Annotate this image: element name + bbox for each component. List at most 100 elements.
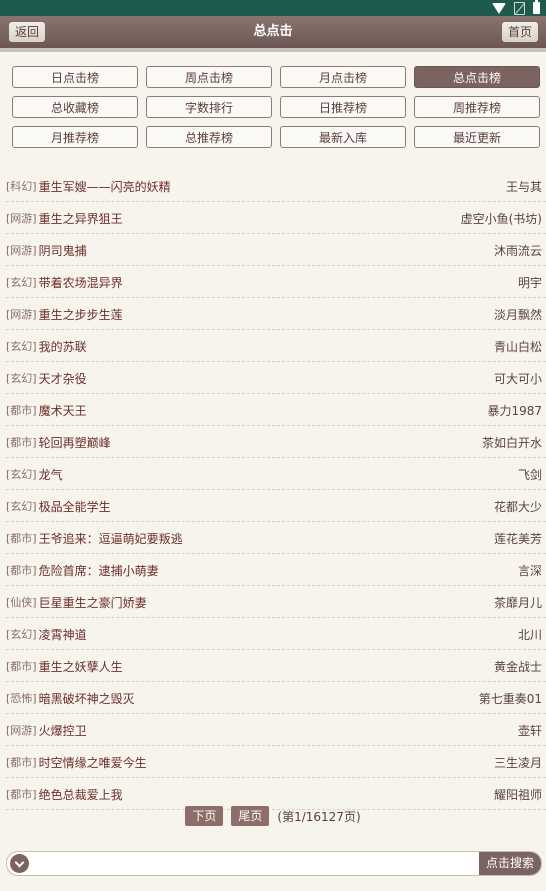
book-title-link[interactable]: 王爷追来：逗逼萌妃要叛逃 [39, 530, 183, 547]
book-row[interactable]: [恐怖] 暗黑破坏神之毁灭 第七重奏01 [6, 683, 546, 714]
book-title-link[interactable]: 巨星重生之豪门娇妻 [39, 594, 147, 611]
book-author: 明宇 [517, 275, 542, 290]
book-row[interactable]: [科幻] 重生军嫂——闪亮的妖精 王与其 [6, 171, 546, 202]
book-author: 茶靡月儿 [493, 595, 542, 610]
tab-7[interactable]: 周推荐榜 [414, 96, 540, 118]
book-row[interactable]: [玄幻] 天才杂役 可大可小 [6, 363, 546, 394]
book-row[interactable]: [玄幻] 我的苏联 青山白松 [6, 331, 546, 362]
book-row[interactable]: [网游] 火爆控卫 壶轩 [6, 715, 546, 746]
book-category: [网游] [6, 244, 37, 257]
book-info: [都市] 绝色总裁爱上我 [6, 786, 123, 803]
book-title-link[interactable]: 凌霄神道 [39, 626, 87, 643]
tab-3[interactable]: 总点击榜 [414, 66, 540, 88]
book-info: [科幻] 重生军嫂——闪亮的妖精 [6, 178, 171, 195]
book-row[interactable]: [玄幻] 极品全能学生 花都大少 [6, 491, 546, 522]
book-row[interactable]: [玄幻] 带着农场混异界 明宇 [6, 267, 546, 298]
book-category: [科幻] [6, 180, 37, 193]
book-title-link[interactable]: 我的苏联 [39, 338, 87, 355]
book-row[interactable]: [都市] 轮回再塑巅峰 茶如白开水 [6, 427, 546, 458]
book-info: [仙侠] 巨星重生之豪门娇妻 [6, 594, 147, 611]
book-title-link[interactable]: 重生之步步生莲 [39, 306, 123, 323]
book-title-link[interactable]: 龙气 [39, 466, 63, 483]
book-row[interactable]: [仙侠] 巨星重生之豪门娇妻 茶靡月儿 [6, 587, 546, 618]
tab-11[interactable]: 最近更新 [414, 126, 540, 148]
book-info: [玄幻] 凌霄神道 [6, 626, 87, 643]
home-button[interactable]: 首页 [501, 22, 538, 42]
book-row[interactable]: [网游] 重生之异界狙王 虚空小鱼(书坊) [6, 203, 546, 234]
book-title-link[interactable]: 时空情缘之唯爱今生 [39, 754, 147, 771]
book-row[interactable]: [都市] 时空情缘之唯爱今生 三生凌月 [6, 747, 546, 778]
book-author: 可大可小 [493, 371, 542, 386]
book-title-link[interactable]: 带着农场混异界 [39, 274, 123, 291]
book-title-link[interactable]: 危险首席：逮捕小萌妻 [39, 562, 159, 579]
pagination: 下页 尾页 (第1/16127页) [0, 806, 546, 826]
book-title-link[interactable]: 重生之异界狙王 [39, 210, 123, 227]
book-info: [恐怖] 暗黑破坏神之毁灭 [6, 690, 135, 707]
book-info: [网游] 重生之步步生莲 [6, 306, 123, 323]
search-input[interactable] [33, 852, 485, 875]
book-title-link[interactable]: 重生之妖孽人生 [39, 658, 123, 675]
next-page-button[interactable]: 下页 [185, 806, 224, 826]
book-list: [科幻] 重生军嫂——闪亮的妖精 王与其 [网游] 重生之异界狙王 虚空小鱼(书坊) [网游… [6, 171, 546, 811]
no-sim-icon [514, 1, 525, 15]
book-info: [都市] 时空情缘之唯爱今生 [6, 754, 147, 771]
book-title-link[interactable]: 天才杂役 [39, 370, 87, 387]
book-category: [玄幻] [6, 340, 37, 353]
status-bar [0, 0, 546, 16]
book-author: 王与其 [505, 179, 542, 194]
book-info: [网游] 火爆控卫 [6, 722, 87, 739]
book-info: [网游] 阴司鬼捕 [6, 242, 87, 259]
book-category: [都市] [6, 788, 37, 801]
book-title-link[interactable]: 阴司鬼捕 [39, 242, 87, 259]
back-button[interactable]: 返回 [9, 22, 46, 42]
tab-10[interactable]: 最新入库 [280, 126, 406, 148]
search-button[interactable]: 点击搜索 [479, 852, 541, 875]
tab-6[interactable]: 日推荐榜 [280, 96, 406, 118]
book-row[interactable]: [网游] 阴司鬼捕 沐雨流云 [6, 235, 546, 266]
book-info: [玄幻] 极品全能学生 [6, 498, 111, 515]
book-author: 三生凌月 [493, 755, 542, 770]
book-category: [都市] [6, 564, 37, 577]
book-category: [都市] [6, 436, 37, 449]
book-title-link[interactable]: 重生军嫂——闪亮的妖精 [39, 178, 171, 195]
search-type-toggle[interactable] [10, 854, 29, 873]
chevron-down-icon [14, 857, 25, 868]
page-title: 总点击 [253, 24, 293, 39]
book-row[interactable]: [玄幻] 凌霄神道 北川 [6, 619, 546, 650]
book-row[interactable]: [都市] 魔术天王 暴力1987 [6, 395, 546, 426]
book-author: 莲花美芳 [493, 531, 542, 546]
book-category: [恐怖] [6, 692, 37, 705]
book-row[interactable]: [玄幻] 龙气 飞剑 [6, 459, 546, 490]
book-row[interactable]: [网游] 重生之步步生莲 淡月飘然 [6, 299, 546, 330]
book-title-link[interactable]: 绝色总裁爱上我 [39, 786, 123, 803]
book-title-link[interactable]: 魔术天王 [39, 402, 87, 419]
book-info: [玄幻] 我的苏联 [6, 338, 87, 355]
book-category: [网游] [6, 212, 37, 225]
book-row[interactable]: [都市] 重生之妖孽人生 黄金战士 [6, 651, 546, 682]
book-author: 耀阳祖师 [493, 787, 542, 802]
tab-0[interactable]: 日点击榜 [12, 66, 138, 88]
book-row[interactable]: [都市] 危险首席：逮捕小萌妻 言深 [6, 555, 546, 586]
book-category: [都市] [6, 404, 37, 417]
tab-4[interactable]: 总收藏榜 [12, 96, 138, 118]
book-title-link[interactable]: 极品全能学生 [39, 498, 111, 515]
last-page-button[interactable]: 尾页 [231, 806, 270, 826]
tab-8[interactable]: 月推荐榜 [12, 126, 138, 148]
book-title-link[interactable]: 轮回再塑巅峰 [39, 434, 111, 451]
book-author: 黄金战士 [493, 659, 542, 674]
book-title-link[interactable]: 火爆控卫 [39, 722, 87, 739]
tab-1[interactable]: 周点击榜 [146, 66, 272, 88]
tab-5[interactable]: 字数排行 [146, 96, 272, 118]
book-category: [玄幻] [6, 468, 37, 481]
book-author: 飞剑 [517, 467, 542, 482]
book-author: 沐雨流云 [493, 243, 542, 258]
book-category: [玄幻] [6, 372, 37, 385]
book-author: 虚空小鱼(书坊) [460, 211, 542, 226]
tab-9[interactable]: 总推荐榜 [146, 126, 272, 148]
wifi-icon [492, 2, 506, 14]
book-title-link[interactable]: 暗黑破坏神之毁灭 [39, 690, 135, 707]
book-author: 花都大少 [493, 499, 542, 514]
book-row[interactable]: [都市] 王爷追来：逗逼萌妃要叛逃 莲花美芳 [6, 523, 546, 554]
tab-2[interactable]: 月点击榜 [280, 66, 406, 88]
book-info: [网游] 重生之异界狙王 [6, 210, 123, 227]
